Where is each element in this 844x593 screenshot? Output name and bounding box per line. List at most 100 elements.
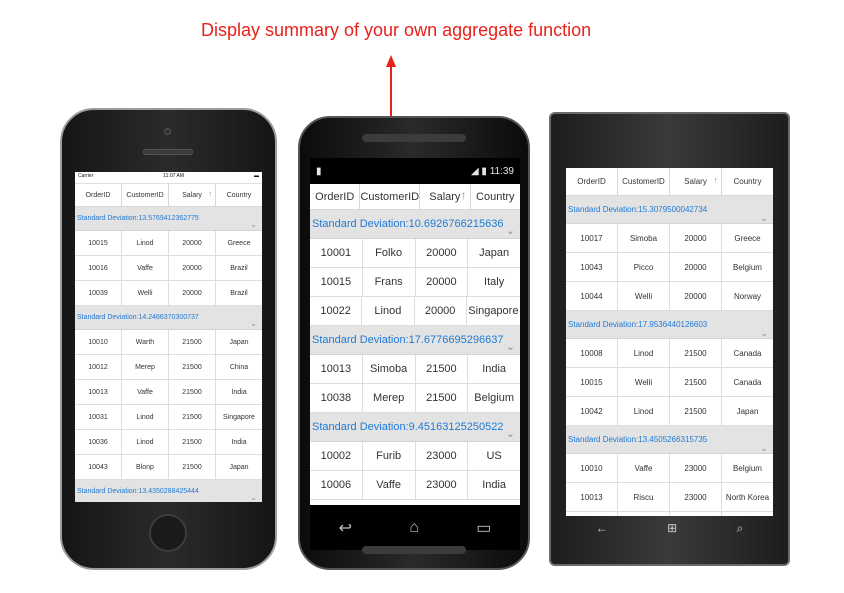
home-button[interactable]: [149, 514, 187, 552]
table-row[interactable]: 10015 Linod 20000 Greece: [75, 231, 262, 256]
back-icon[interactable]: ←: [596, 521, 608, 535]
header-customerid[interactable]: CustomerID: [122, 184, 169, 206]
chevron-down-icon[interactable]: ⌄: [250, 213, 257, 231]
table-row[interactable]: 10012 Merep 21500 China: [75, 355, 262, 380]
cell-salary: 23000: [670, 483, 722, 511]
table-row[interactable]: 10031 Linod 21500 Singapore: [75, 405, 262, 430]
header-orderid[interactable]: OrderID: [310, 184, 361, 209]
table-row[interactable]: 10013 Vaffe 21500 India: [75, 380, 262, 405]
table-row[interactable]: 10017 Simoba 20000 Greece: [566, 224, 773, 253]
table-row[interactable]: 10013 Simoba 21500 India: [310, 355, 520, 384]
cell-salary: 23000: [416, 471, 469, 499]
cell-country: China: [229, 363, 249, 371]
home-icon[interactable]: ⌂: [409, 519, 419, 537]
chevron-down-icon[interactable]: ⌄: [506, 420, 515, 441]
header-orderid[interactable]: OrderID: [566, 168, 618, 195]
iphone-device: Carrier 11:07 AM ▬ OrderID CustomerID Sa…: [60, 108, 277, 570]
table-row[interactable]: 10002 Furib 23000 US: [310, 442, 520, 471]
cell-orderid: 10006: [310, 471, 363, 499]
table-row[interactable]: 10042 Linod 21500 Japan: [566, 397, 773, 426]
cell-country: India: [231, 438, 247, 446]
header-salary[interactable]: Salary ↑: [169, 184, 216, 206]
table-row[interactable]: 10008 Linod 21500 Canada: [566, 339, 773, 368]
cell-customerid: Vaffe: [122, 380, 169, 404]
cell-orderid: 10008: [566, 339, 618, 367]
chevron-down-icon[interactable]: ⌄: [506, 333, 515, 354]
cell-country: Japan: [229, 463, 249, 471]
cell-customerid: Warth: [122, 330, 169, 354]
table-row[interactable]: 10022 Linod 20000 Singapore: [310, 297, 520, 326]
header-country[interactable]: Country: [722, 168, 773, 195]
table-row[interactable]: 10010 Warth 21500 Japan: [75, 330, 262, 355]
header-country[interactable]: Country: [471, 184, 520, 209]
cell-country: Greece: [227, 239, 251, 247]
chevron-down-icon[interactable]: ⌄: [760, 434, 768, 454]
group-summary-row[interactable]: Standard Deviation:14.2466370300737 ⌄: [75, 306, 262, 330]
header-country[interactable]: Country: [216, 184, 262, 206]
table-row[interactable]: 10038 Merep 21500 Belgium: [310, 384, 520, 413]
table-row[interactable]: 10044 Welli 20000 Norway: [566, 282, 773, 311]
chevron-down-icon[interactable]: ⌄: [760, 319, 768, 339]
chevron-down-icon[interactable]: ⌄: [250, 312, 257, 330]
cell-orderid: 10031: [75, 405, 122, 429]
header-orderid[interactable]: OrderID: [75, 184, 122, 206]
header-salary[interactable]: Salary ↑: [670, 168, 722, 195]
chevron-down-icon[interactable]: ⌄: [250, 486, 257, 503]
cell-salary: 20000: [415, 297, 467, 325]
group-summary-row[interactable]: Standard Deviation:13.5769412362775 ⌄: [75, 207, 262, 231]
table-row[interactable]: 10043 Blonp 21500 Japan: [75, 455, 262, 480]
cell-country: Singapore: [468, 304, 519, 317]
cell-salary: 21500: [416, 384, 469, 412]
group-summary-row[interactable]: Standard Deviation:17.9536440126603 ⌄: [566, 311, 773, 339]
cell-orderid: 10013: [566, 483, 618, 511]
grid-header: OrderID CustomerID Salary ↑ Country: [566, 168, 773, 196]
android-content: OrderID CustomerID Salary ↑ Country Stand…: [310, 184, 520, 505]
table-row[interactable]: 10039 Welli 20000 Brazil: [75, 281, 262, 306]
speaker-grille: [143, 149, 193, 155]
cell-salary: 20000: [670, 224, 722, 252]
windows-start-icon[interactable]: ⊞: [667, 521, 677, 535]
speaker-grille-bottom: [362, 546, 466, 554]
cell-salary: 20000: [670, 282, 722, 310]
cell-orderid: 10039: [75, 281, 122, 305]
group-summary-row[interactable]: Standard Deviation:9.45163125250522 ⌄: [310, 413, 520, 442]
cell-salary: 20000: [416, 268, 469, 296]
group-summary-row[interactable]: Standard Deviation:13.4505266315735 ⌄: [566, 426, 773, 454]
group-summary-row[interactable]: Standard Deviation:15.3079500042734 ⌄: [566, 196, 773, 224]
grid-body: Standard Deviation:10.6926766215636 ⌄ 1000…: [310, 210, 520, 500]
group-summary-row[interactable]: Standard Deviation:10.6926766215636 ⌄: [310, 210, 520, 239]
group-summary-text: Standard Deviation:13.5769412362775: [77, 215, 199, 222]
search-icon[interactable]: ⌕: [737, 521, 744, 536]
table-row[interactable]: 10015 Frans 20000 Italy: [310, 268, 520, 297]
cell-customerid: Linod: [618, 339, 670, 367]
header-customerid[interactable]: CustomerID: [360, 184, 421, 209]
cell-country: Norway: [733, 291, 762, 301]
back-icon[interactable]: ↩: [339, 518, 352, 538]
table-row[interactable]: 10010 Vaffe 23000 Belgium: [566, 454, 773, 483]
cell-customerid: Simoba: [363, 355, 416, 383]
group-summary-row[interactable]: Standard Deviation:13.4350288425444 ⌄: [75, 480, 262, 502]
header-salary[interactable]: Salary ↑: [420, 184, 471, 209]
table-row[interactable]: 10043 Picco 20000 Belgium: [566, 253, 773, 282]
cell-salary: 20000: [169, 256, 216, 280]
table-row[interactable]: 10015 Welli 21500 Canada: [566, 368, 773, 397]
grid-body: Standard Deviation:13.5769412362775 ⌄ 1001…: [75, 207, 262, 502]
table-row[interactable]: 10001 Folko 20000 Japan: [310, 239, 520, 268]
grid-body: Standard Deviation:15.3079500042734 ⌄ 1001…: [566, 196, 773, 516]
chevron-down-icon[interactable]: ⌄: [506, 217, 515, 238]
cell-orderid: 10036: [75, 430, 122, 454]
recents-icon[interactable]: ▭: [476, 518, 491, 538]
chevron-down-icon[interactable]: ⌄: [760, 204, 768, 224]
header-customerid[interactable]: CustomerID: [618, 168, 670, 195]
table-row[interactable]: 10016 Vaffe 20000 Brazil: [75, 256, 262, 281]
cell-country: Italy: [484, 276, 505, 288]
table-row[interactable]: 10036 Linod 21500 India: [75, 430, 262, 455]
iphone-screen: Carrier 11:07 AM ▬ OrderID CustomerID Sa…: [75, 172, 262, 502]
cell-customerid: Frans: [363, 268, 416, 296]
table-row[interactable]: 10013 Riscu 23000 North Korea: [566, 483, 773, 512]
cell-country: Brazil: [230, 264, 248, 272]
cell-salary: 21500: [670, 339, 722, 367]
table-row[interactable]: 10006 Vaffe 23000 India: [310, 471, 520, 500]
cell-customerid: Welli: [618, 282, 670, 310]
group-summary-row[interactable]: Standard Deviation:17.6776695296637 ⌄: [310, 326, 520, 355]
